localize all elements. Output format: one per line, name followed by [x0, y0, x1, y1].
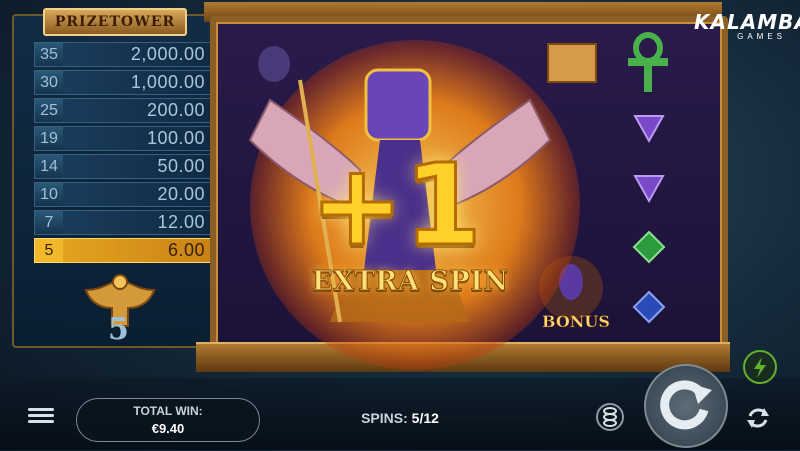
- spins-counter: SPINS: 5/12: [310, 410, 490, 426]
- prize-tier-row: 7 12.00: [34, 210, 212, 235]
- prize-tier-row: 10 20.00: [34, 182, 212, 207]
- prize-tier-level: 14: [35, 155, 63, 178]
- prize-tier-amount: 1,000.00: [130, 72, 205, 92]
- prize-tier-row: 35 2,000.00: [34, 42, 212, 67]
- total-win-display: TOTAL WIN: €9.40: [76, 398, 260, 442]
- prize-tier-amount: 6.00: [167, 240, 205, 260]
- prize-tier-row: 14 50.00: [34, 154, 212, 179]
- ankh-icon: [628, 32, 668, 92]
- menu-button[interactable]: [28, 405, 54, 427]
- prize-tier-row: 5 6.00: [34, 238, 212, 263]
- game-scene: PRIZETOWER 35 2,000.00 30 1,000.00 25 200.00 1…: [0, 0, 800, 450]
- prize-tower-counter: 5: [108, 312, 129, 347]
- spins-label: SPINS:: [361, 410, 408, 426]
- lightning-icon: [754, 357, 766, 378]
- prize-tower-title: PRIZETOWER: [43, 8, 187, 36]
- prize-tier-row: 25 200.00: [34, 98, 212, 123]
- extra-spin-count: +1: [309, 141, 484, 271]
- autoplay-icon[interactable]: [742, 402, 774, 434]
- prize-tier-row: 30 1,000.00: [34, 70, 212, 95]
- total-win-value: €9.40: [151, 421, 185, 436]
- prize-tier-amount: 200.00: [146, 100, 205, 120]
- prize-tier-amount: 100.00: [146, 128, 205, 148]
- kalamba-logo: KALAMBA GAMES: [694, 10, 800, 41]
- bet-coins-icon[interactable]: [596, 398, 624, 436]
- prize-tier-level: 19: [35, 127, 63, 150]
- prize-tier-row: 19 100.00: [34, 126, 212, 151]
- prize-tier-level: 7: [35, 211, 63, 234]
- spin-button[interactable]: [644, 364, 728, 448]
- spin-arrow-icon: [660, 380, 712, 430]
- prize-tier-amount: 20.00: [157, 184, 205, 204]
- menu-icon-line: [28, 408, 54, 411]
- menu-icon-line: [28, 414, 54, 417]
- prize-tier-level: 5: [35, 239, 63, 262]
- prize-tier-level: 10: [35, 183, 63, 206]
- prize-tier-level: 25: [35, 99, 63, 122]
- purple-gem-icon: [633, 115, 665, 144]
- turbo-button[interactable]: [743, 350, 777, 384]
- prize-tier-amount: 2,000.00: [130, 44, 205, 64]
- prize-tier-level: 30: [35, 71, 63, 94]
- spins-value: 5/12: [411, 410, 439, 426]
- prize-tower-tiers: 35 2,000.00 30 1,000.00 25 200.00 19 100.00 14 50…: [34, 42, 212, 266]
- prize-tier-level: 35: [35, 43, 63, 66]
- prize-tier-amount: 50.00: [157, 156, 205, 176]
- green-gem-icon: [632, 230, 666, 264]
- blue-gem-icon: [632, 290, 666, 324]
- prize-tier-amount: 12.00: [157, 212, 205, 232]
- logo-main-text: KALAMBA: [694, 10, 800, 34]
- bonus-symbol-label: BONUS: [542, 312, 610, 332]
- extra-spin-label: EXTRA SPIN: [312, 266, 509, 298]
- total-win-label: TOTAL WIN:: [133, 404, 203, 418]
- menu-icon-line: [28, 420, 54, 423]
- purple-gem-icon: [633, 175, 665, 204]
